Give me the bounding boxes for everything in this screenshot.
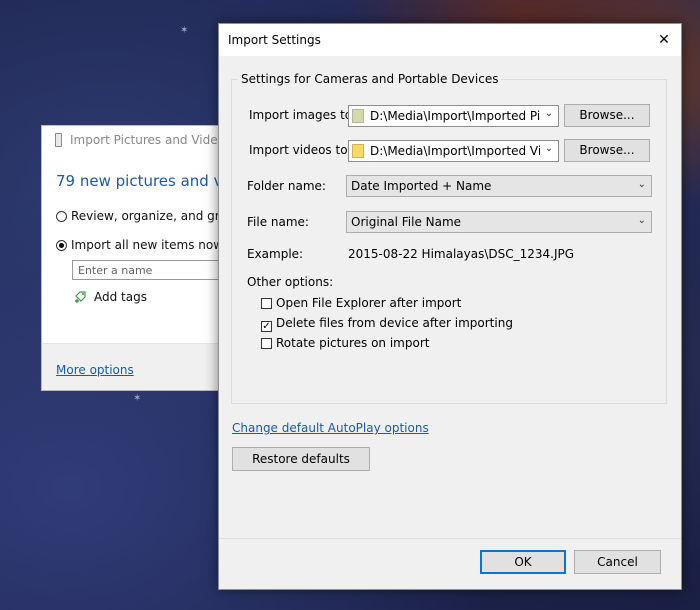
folder-icon: [352, 144, 364, 158]
name-input[interactable]: [72, 260, 242, 280]
radio-review[interactable]: [56, 211, 67, 222]
review-option-label: Review, organize, and group: [71, 209, 242, 223]
rotate-pictures-option[interactable]: Rotate pictures on import: [261, 336, 429, 350]
folder-name-label: Folder name:: [247, 179, 326, 193]
close-button[interactable]: ✕: [653, 30, 675, 50]
back-window-divider: [42, 343, 240, 344]
open-explorer-checkbox[interactable]: [261, 298, 272, 309]
delete-files-option[interactable]: ✓ Delete files from device after importin…: [261, 316, 513, 332]
radio-import-all[interactable]: [56, 240, 67, 251]
delete-files-checkbox[interactable]: ✓: [261, 321, 272, 332]
import-images-label: Import images to:: [249, 108, 357, 122]
settings-groupbox: [231, 79, 667, 404]
folder-icon: [352, 109, 364, 123]
chevron-down-icon: ⌄: [544, 143, 554, 154]
add-tags-link[interactable]: Add tags: [74, 290, 147, 304]
example-label: Example:: [247, 247, 304, 261]
restore-defaults-button[interactable]: Restore defaults: [232, 447, 370, 471]
import-images-path: D:\Media\Import\Imported Pictu: [370, 109, 540, 123]
import-images-path-dropdown[interactable]: D:\Media\Import\Imported Pictu ⌄: [348, 105, 559, 127]
new-items-heading: 79 new pictures and vid: [56, 172, 237, 190]
folder-name-value: Date Imported + Name: [351, 179, 492, 193]
background-star: ✶: [180, 25, 189, 36]
import-videos-path: D:\Media\Import\Imported Vide: [370, 144, 540, 158]
import-all-option[interactable]: Import all new items now: [56, 238, 223, 252]
example-value: 2015-08-22 Himalayas\DSC_1234.JPG: [348, 247, 575, 261]
checkmark-icon: ✓: [262, 321, 271, 332]
ok-button[interactable]: OK: [480, 550, 566, 574]
rotate-pictures-label: Rotate pictures on import: [276, 336, 430, 350]
import-all-option-label: Import all new items now: [71, 238, 224, 252]
device-icon: [55, 133, 62, 147]
file-name-value: Original File Name: [351, 215, 462, 229]
import-settings-dialog: Import Settings ✕ Settings for Cameras a…: [218, 23, 682, 590]
folder-name-dropdown[interactable]: Date Imported + Name ⌄: [346, 175, 652, 197]
cancel-button[interactable]: Cancel: [574, 550, 661, 574]
background-star: ✶: [133, 393, 142, 404]
browse-images-button[interactable]: Browse...: [564, 104, 650, 127]
add-tags-label: Add tags: [94, 290, 147, 304]
groupbox-title: Settings for Cameras and Portable Device…: [238, 72, 502, 86]
other-options-label: Other options:: [247, 275, 334, 289]
open-explorer-option[interactable]: Open File Explorer after import: [261, 296, 461, 310]
import-videos-path-dropdown[interactable]: D:\Media\Import\Imported Vide ⌄: [348, 140, 559, 162]
import-videos-label: Import videos to:: [249, 143, 352, 157]
change-autoplay-link[interactable]: Change default AutoPlay options: [232, 421, 429, 435]
review-organize-option[interactable]: Review, organize, and group: [56, 209, 242, 223]
dialog-title: Import Settings: [228, 33, 321, 47]
close-icon: ✕: [658, 32, 670, 48]
more-options-link[interactable]: More options: [56, 363, 134, 377]
dialog-titlebar: Import Settings ✕: [219, 24, 681, 56]
open-explorer-label: Open File Explorer after import: [276, 296, 462, 310]
file-name-dropdown[interactable]: Original File Name ⌄: [346, 211, 652, 233]
import-pictures-window: Import Pictures and Videos 79 new pictur…: [41, 125, 242, 391]
file-name-label: File name:: [247, 215, 309, 229]
chevron-down-icon: ⌄: [544, 108, 554, 119]
browse-videos-button[interactable]: Browse...: [564, 139, 650, 162]
delete-files-label: Delete files from device after importing: [276, 316, 513, 330]
chevron-down-icon: ⌄: [637, 215, 646, 226]
tag-icon: [75, 291, 86, 303]
back-window-title: Import Pictures and Videos: [70, 133, 232, 147]
rotate-pictures-checkbox[interactable]: [261, 338, 272, 349]
chevron-down-icon: ⌄: [637, 179, 646, 190]
